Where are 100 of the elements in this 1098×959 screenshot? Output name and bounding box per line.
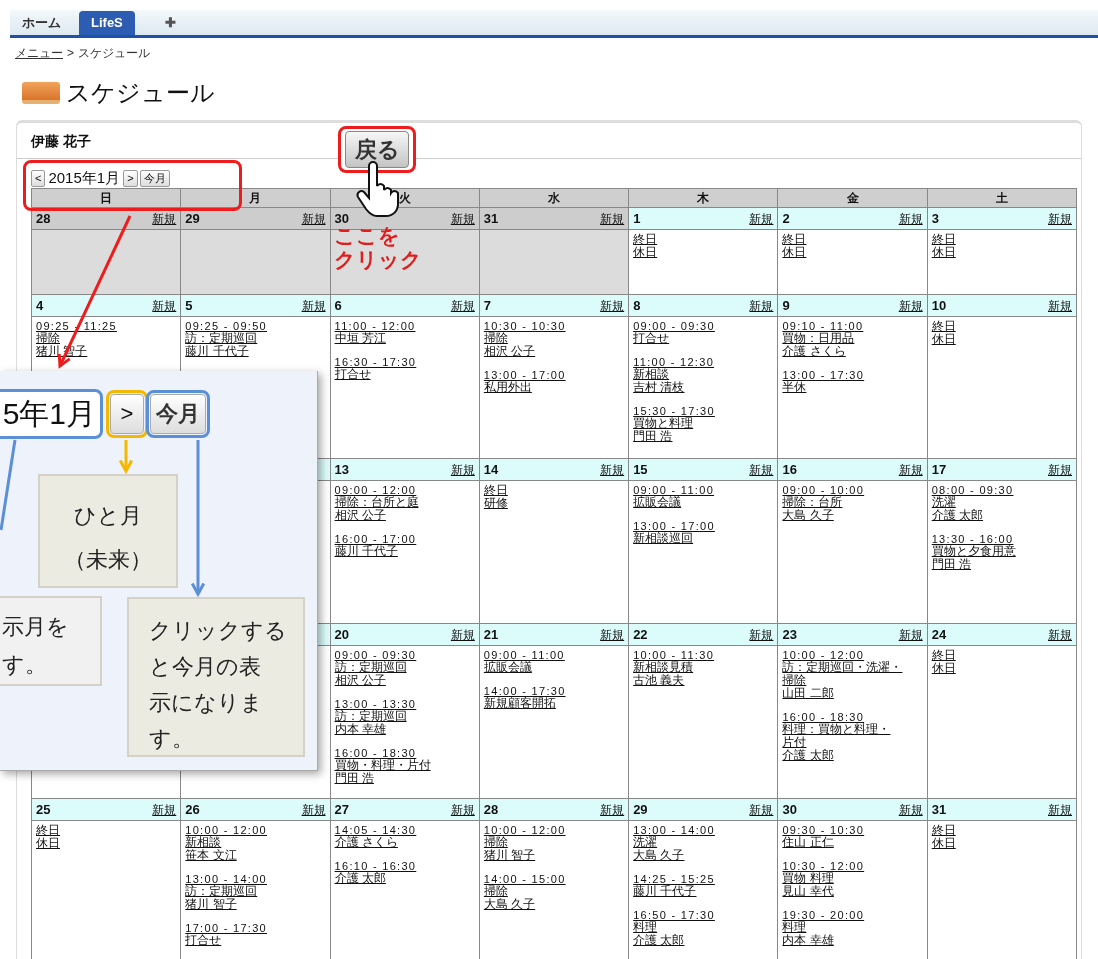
event-link[interactable]: 料理 xyxy=(782,921,923,934)
event-link[interactable]: 介護 太郎 xyxy=(334,872,475,885)
event-link[interactable]: 門田 浩 xyxy=(633,430,774,443)
new-link[interactable]: 新規 xyxy=(450,625,475,644)
event-time[interactable]: 09:00 - 09:30 xyxy=(334,649,475,661)
tab[interactable]: LifeS xyxy=(79,11,135,35)
event-link[interactable]: 休日 xyxy=(633,246,774,259)
new-link[interactable]: 新規 xyxy=(1048,296,1072,315)
event-link[interactable]: 吉村 清枝 xyxy=(633,381,774,394)
event-link[interactable]: 打合せ xyxy=(185,934,326,947)
event-link[interactable]: 笹本 文江 xyxy=(185,849,326,862)
event-link[interactable]: 私用外出 xyxy=(483,381,625,394)
new-link[interactable]: 新規 xyxy=(749,800,774,819)
event-time[interactable]: 13:00 - 13:30 xyxy=(334,698,475,710)
event-time[interactable]: 16:00 - 18:30 xyxy=(782,711,923,723)
event-time[interactable]: 10:00 - 11:30 xyxy=(633,649,774,661)
event-link[interactable]: 半休 xyxy=(782,381,923,394)
event-time[interactable]: 11:00 - 12:30 xyxy=(633,356,774,368)
event-link[interactable]: 内本 幸雄 xyxy=(334,723,475,736)
event-link[interactable]: 掃除 xyxy=(483,332,625,345)
new-link[interactable]: 新規 xyxy=(301,209,326,228)
event-link[interactable]: 相沢 公子 xyxy=(483,345,625,358)
event-link[interactable]: 掃除：台所と庭 xyxy=(334,496,475,509)
tab[interactable]: ✚ xyxy=(154,11,186,35)
event-time[interactable]: 16:10 - 16:30 xyxy=(334,860,475,872)
event-time[interactable]: 09:00 - 09:30 xyxy=(633,320,774,332)
event-time[interactable]: 16:00 - 18:30 xyxy=(334,747,475,759)
new-link[interactable]: 新規 xyxy=(1048,209,1072,228)
event-link[interactable]: 新規顧客開拓 xyxy=(483,697,625,710)
new-link[interactable]: 新規 xyxy=(749,460,774,479)
new-link[interactable]: 新規 xyxy=(898,460,923,479)
event-time[interactable]: 09:25 - 11:25 xyxy=(36,320,177,332)
event-link[interactable]: 打合せ xyxy=(334,368,475,381)
new-link[interactable]: 新規 xyxy=(450,209,475,228)
tab[interactable]: ホーム xyxy=(12,11,71,35)
event-link[interactable]: 休日 xyxy=(931,246,1072,259)
event-link[interactable]: 掃除 xyxy=(782,674,923,687)
event-time[interactable]: 08:00 - 09:30 xyxy=(931,484,1072,496)
new-link[interactable]: 新規 xyxy=(898,625,923,644)
event-time[interactable]: 13:30 - 16:00 xyxy=(931,533,1072,545)
event-link[interactable]: 介護 太郎 xyxy=(633,934,774,947)
event-link[interactable]: 掃除 xyxy=(483,885,625,898)
breadcrumb-link[interactable]: メニュー xyxy=(15,44,63,62)
event-link[interactable]: 山田 二郎 xyxy=(782,687,923,700)
event-link[interactable]: 終日 xyxy=(931,649,1072,662)
event-link[interactable]: 休日 xyxy=(931,837,1072,850)
event-time[interactable]: 15:30 - 17:30 xyxy=(633,405,774,417)
event-link[interactable]: 猪川 智子 xyxy=(483,849,625,862)
event-time[interactable]: 13:00 - 17:00 xyxy=(483,369,625,381)
event-link[interactable]: 拡販会議 xyxy=(483,661,625,674)
event-time[interactable]: 10:00 - 12:00 xyxy=(483,824,625,836)
event-time[interactable]: 16:50 - 17:30 xyxy=(633,909,774,921)
event-link[interactable]: 訪：定期巡回・洗濯・ xyxy=(782,661,923,674)
event-time[interactable]: 13:00 - 17:30 xyxy=(782,369,923,381)
event-link[interactable]: 終日 xyxy=(782,233,923,246)
event-link[interactable]: 終日 xyxy=(931,824,1072,837)
new-link[interactable]: 新規 xyxy=(301,296,326,315)
new-link[interactable]: 新規 xyxy=(898,209,923,228)
event-link[interactable]: 新相談 xyxy=(633,368,774,381)
event-time[interactable]: 10:30 - 10:30 xyxy=(483,320,625,332)
event-link[interactable]: 門田 浩 xyxy=(334,772,475,785)
event-link[interactable]: 住山 正仁 xyxy=(782,836,923,849)
event-link[interactable]: 訪：定期巡回 xyxy=(185,885,326,898)
event-link[interactable]: 終日 xyxy=(36,824,177,837)
this-month-button[interactable]: 今月 xyxy=(139,169,170,187)
event-time[interactable]: 10:00 - 12:00 xyxy=(782,649,923,661)
event-time[interactable]: 16:00 - 17:00 xyxy=(334,533,475,545)
event-link[interactable]: 打合せ xyxy=(633,332,774,345)
event-link[interactable]: 掃除：台所 xyxy=(782,496,923,509)
event-time[interactable]: 09:00 - 12:00 xyxy=(334,484,475,496)
new-link[interactable]: 新規 xyxy=(152,800,177,819)
event-link[interactable]: 猪川 智子 xyxy=(185,898,326,911)
event-link[interactable]: 古池 義夫 xyxy=(633,674,774,687)
new-link[interactable]: 新規 xyxy=(898,296,923,315)
new-link[interactable]: 新規 xyxy=(600,460,625,479)
event-time[interactable]: 09:00 - 10:00 xyxy=(782,484,923,496)
new-link[interactable]: 新規 xyxy=(1048,625,1072,644)
event-link[interactable]: 相沢 公子 xyxy=(334,509,475,522)
event-time[interactable]: 09:00 - 11:00 xyxy=(483,649,625,661)
event-time[interactable]: 09:10 - 11:00 xyxy=(782,320,923,332)
event-link[interactable]: 料理：買物と料理・ xyxy=(782,723,923,736)
event-time[interactable]: 13:00 - 17:00 xyxy=(633,520,774,532)
new-link[interactable]: 新規 xyxy=(749,209,774,228)
event-link[interactable]: 終日 xyxy=(483,484,625,497)
event-link[interactable]: 訪：定期巡回 xyxy=(185,332,326,345)
new-link[interactable]: 新規 xyxy=(749,296,774,315)
event-time[interactable]: 13:00 - 14:00 xyxy=(185,873,326,885)
new-link[interactable]: 新規 xyxy=(600,625,625,644)
new-link[interactable]: 新規 xyxy=(450,296,475,315)
event-link[interactable]: 拡販会議 xyxy=(633,496,774,509)
event-time[interactable]: 14:00 - 15:00 xyxy=(483,873,625,885)
event-link[interactable]: 介護 さくら xyxy=(334,836,475,849)
new-link[interactable]: 新規 xyxy=(152,209,177,228)
new-link[interactable]: 新規 xyxy=(898,800,923,819)
event-time[interactable]: 16:30 - 17:30 xyxy=(334,356,475,368)
event-time[interactable]: 10:30 - 12:00 xyxy=(782,860,923,872)
event-link[interactable]: 藤川 千代子 xyxy=(633,885,774,898)
event-link[interactable]: 研修 xyxy=(483,497,625,510)
event-link[interactable]: 掃除 xyxy=(36,332,177,345)
event-time[interactable]: 11:00 - 12:00 xyxy=(334,320,475,332)
